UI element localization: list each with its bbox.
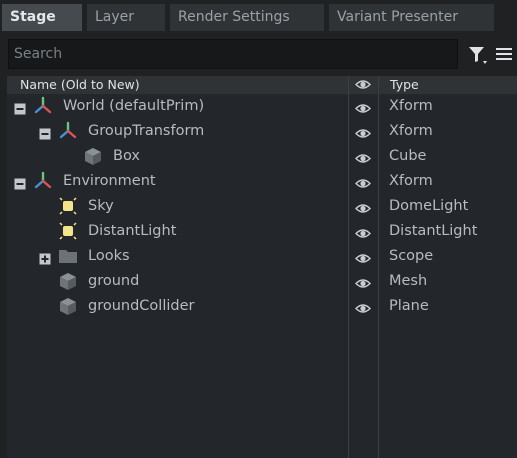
- visibility-eye-icon[interactable]: [355, 225, 371, 244]
- tab-stage[interactable]: Stage: [2, 4, 82, 31]
- visibility-eye-icon[interactable]: [355, 250, 371, 269]
- prim-type: Plane: [389, 298, 429, 314]
- mesh-cube-icon: [83, 146, 103, 166]
- prim-name: Sky: [88, 198, 114, 214]
- folder-icon: [58, 246, 78, 266]
- tree-row[interactable]: World (defaultPrim) Xform: [7, 94, 517, 119]
- prim-type: Scope: [389, 248, 434, 264]
- prim-type: Mesh: [389, 273, 428, 289]
- tree-row[interactable]: DistantLight DistantLight: [7, 219, 517, 244]
- tree-row[interactable]: Looks Scope: [7, 244, 517, 269]
- prim-name: Box: [113, 148, 140, 164]
- tree-row[interactable]: groundCollider Plane: [7, 294, 517, 319]
- visibility-eye-icon[interactable]: [355, 100, 371, 119]
- prim-name: Environment: [63, 173, 156, 189]
- prim-name: ground: [88, 273, 140, 289]
- tree-row[interactable]: Sky DomeLight: [7, 194, 517, 219]
- visibility-eye-icon[interactable]: [355, 175, 371, 194]
- tab-variant-presenter[interactable]: Variant Presenter: [329, 4, 494, 31]
- mesh-cube-icon: [58, 271, 78, 291]
- prim-type: Xform: [389, 123, 433, 139]
- prim-name: World (defaultPrim): [63, 98, 205, 114]
- tree-row[interactable]: GroupTransform Xform: [7, 119, 517, 144]
- expand-icon[interactable]: [39, 250, 51, 265]
- prim-name: groundCollider: [88, 298, 195, 314]
- visibility-eye-icon[interactable]: [355, 275, 371, 294]
- xform-axes-icon: [33, 171, 53, 191]
- tab-render-settings[interactable]: Render Settings: [170, 4, 324, 31]
- light-icon: [58, 196, 78, 216]
- tree-row[interactable]: Environment Xform: [7, 169, 517, 194]
- search-input[interactable]: Search: [8, 39, 458, 69]
- column-header-eye-icon[interactable]: [355, 78, 371, 91]
- tree-header: Name (Old to New) Type: [7, 76, 517, 94]
- light-icon: [58, 221, 78, 241]
- mesh-cube-icon: [58, 296, 78, 316]
- visibility-eye-icon[interactable]: [355, 125, 371, 144]
- collapse-icon[interactable]: [14, 175, 26, 190]
- tab-layer[interactable]: Layer: [87, 4, 165, 31]
- collapse-icon[interactable]: [14, 100, 26, 115]
- column-header-type[interactable]: Type: [390, 76, 419, 94]
- collapse-icon[interactable]: [39, 125, 51, 140]
- stage-tree: Name (Old to New) Type World (defaultPri…: [7, 76, 517, 458]
- prim-type: Cube: [389, 148, 427, 164]
- prim-type: DomeLight: [389, 198, 469, 214]
- xform-axes-icon: [33, 96, 53, 116]
- column-header-name[interactable]: Name (Old to New): [20, 76, 140, 94]
- menu-icon[interactable]: [496, 46, 512, 62]
- visibility-eye-icon[interactable]: [355, 150, 371, 169]
- visibility-eye-icon[interactable]: [355, 300, 371, 319]
- tree-row[interactable]: ground Mesh: [7, 269, 517, 294]
- prim-name: GroupTransform: [88, 123, 205, 139]
- prim-type: Xform: [389, 173, 433, 189]
- tree-row[interactable]: Box Cube: [7, 144, 517, 169]
- prim-name: Looks: [88, 248, 130, 264]
- xform-axes-icon: [58, 121, 78, 141]
- prim-type: Xform: [389, 98, 433, 114]
- prim-type: DistantLight: [389, 223, 478, 239]
- prim-name: DistantLight: [88, 223, 177, 239]
- tab-bar: Stage Layer Render Settings Variant Pres…: [0, 0, 517, 31]
- visibility-eye-icon[interactable]: [355, 200, 371, 219]
- filter-icon[interactable]: [467, 44, 489, 66]
